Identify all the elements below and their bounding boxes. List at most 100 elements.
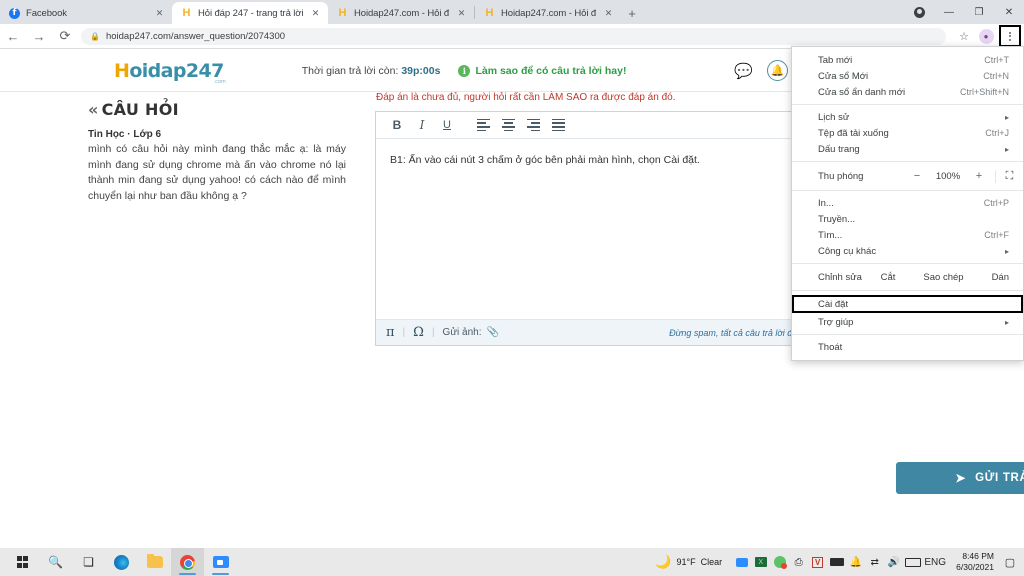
task-view-button[interactable]: ❏ [72, 548, 105, 576]
formula-icon[interactable]: π [386, 325, 395, 340]
tab-close-icon[interactable]: ✕ [455, 8, 468, 19]
chevron-right-icon: ▸ [1004, 246, 1009, 256]
menu-accelerator: Ctrl+P [983, 198, 1009, 208]
address-bar[interactable]: 🔒 hoidap247.com/answer_question/2074300 [81, 27, 946, 45]
menu-item-downloads[interactable]: Tệp đã tải xuống Ctrl+J [792, 125, 1023, 141]
bell-icon[interactable]: 🔔 [846, 548, 865, 576]
keyboard-icon[interactable] [903, 548, 922, 576]
tab-close-icon[interactable]: ✕ [153, 8, 166, 19]
start-button[interactable] [6, 548, 39, 576]
italic-button[interactable]: I [411, 114, 433, 136]
menu-item-cast[interactable]: Truyền... [792, 211, 1023, 227]
underline-button[interactable]: U [436, 114, 458, 136]
back-icon[interactable]: ← [0, 24, 26, 49]
maximize-button[interactable]: ❐ [964, 0, 994, 24]
forward-icon[interactable]: → [26, 24, 52, 49]
menu-separator [792, 263, 1023, 264]
paperclip-icon[interactable]: 📎 [486, 327, 498, 338]
chevron-right-icon: ▸ [1004, 317, 1009, 327]
question-heading: CÂU HỎI [101, 100, 179, 119]
menu-accelerator: Ctrl+J [985, 128, 1009, 138]
menu-item-new-window[interactable]: Cửa sổ Mới Ctrl+N [792, 68, 1023, 84]
site-logo[interactable]: Hoidap247 .com [114, 60, 226, 85]
chrome-app-menu: Tab mới Ctrl+T Cửa sổ Mới Ctrl+N Cửa sổ … [791, 46, 1024, 361]
align-center-icon[interactable] [497, 114, 519, 136]
menu-item-more-tools[interactable]: Công cụ khác ▸ [792, 243, 1023, 259]
browser-tab-2[interactable]: H Hoidap247.com - Hỏi đáp online ✕ [328, 2, 474, 24]
menu-separator [792, 104, 1023, 105]
excel-icon[interactable]: X [751, 548, 770, 576]
submit-answer-button[interactable]: ➤ GỬI TRẢ LỜI [896, 462, 1024, 494]
battery-icon[interactable] [827, 548, 846, 576]
taskbar-search-button[interactable]: 🔍 [39, 548, 72, 576]
menu-item-new-tab[interactable]: Tab mới Ctrl+T [792, 52, 1023, 68]
weather-condition: Clear [700, 557, 723, 567]
browser-tab-3[interactable]: H Hoidap247.com - Hỏi đáp online ✕ [475, 2, 621, 24]
printer-icon[interactable]: ⎙ [789, 548, 808, 576]
zoom-in-button[interactable]: + [967, 170, 991, 182]
tab-close-icon[interactable]: ✕ [602, 8, 615, 19]
taskbar-app-edge[interactable] [105, 548, 138, 576]
language-indicator[interactable]: ENG [922, 548, 948, 576]
menu-item-exit[interactable]: Thoát [792, 339, 1023, 355]
menu-item-print[interactable]: In... Ctrl+P [792, 195, 1023, 211]
taskbar-app-zoom[interactable] [204, 548, 237, 576]
v-icon[interactable]: V [808, 548, 827, 576]
menu-item-bookmarks[interactable]: Dấu trang ▸ [792, 141, 1023, 157]
clock[interactable]: 8:46 PM 6/30/2021 [948, 551, 1000, 573]
menu-separator [792, 334, 1023, 335]
menu-item-help[interactable]: Trợ giúp ▸ [792, 314, 1023, 330]
menu-item-settings[interactable]: Cài đặt [792, 295, 1023, 313]
file-explorer-icon [146, 553, 163, 568]
green-dot-icon[interactable] [770, 548, 789, 576]
cut-button[interactable]: Cắt [867, 272, 910, 283]
chat-bubble-icon[interactable]: 💬 [734, 62, 753, 80]
copy-button[interactable]: Sao chép [909, 272, 977, 283]
new-tab-button[interactable]: + [621, 2, 643, 24]
bell-icon[interactable]: 🔔 [767, 60, 788, 81]
taskbar-app-file-explorer[interactable] [138, 548, 171, 576]
align-justify-icon[interactable] [547, 114, 569, 136]
bold-button[interactable]: B [386, 114, 408, 136]
profile-avatar-icon[interactable]: ● [975, 25, 997, 47]
three-dot-menu-button[interactable] [999, 25, 1021, 47]
tab-close-icon[interactable]: ✕ [309, 8, 322, 19]
fullscreen-icon[interactable]: ⛶ [995, 169, 1023, 183]
menu-label: Công cụ khác [818, 245, 877, 257]
paste-button[interactable]: Dán [978, 272, 1023, 283]
browser-tab-1[interactable]: H Hỏi đáp 247 - trang trả lời ✕ [172, 2, 328, 24]
symbol-icon[interactable]: Ω [413, 325, 424, 340]
minimize-button[interactable]: — [934, 0, 964, 24]
browser-tab-0[interactable]: f Facebook ✕ [0, 2, 172, 24]
volume-icon[interactable]: 🔊 [884, 548, 903, 576]
send-plane-icon: ➤ [955, 471, 967, 485]
tip-link[interactable]: i Làm sao để có câu trả lời hay! [458, 64, 627, 77]
menu-separator [792, 161, 1023, 162]
tip-label: Làm sao để có câu trả lời hay! [475, 64, 627, 77]
close-button[interactable]: ✕ [994, 0, 1024, 24]
profile-badge-icon[interactable] [904, 0, 934, 24]
menu-label: Truyền... [818, 213, 856, 225]
menu-accelerator: Ctrl+T [984, 55, 1009, 65]
reload-icon[interactable]: ⟳ [52, 24, 78, 49]
menu-item-find[interactable]: Tìm... Ctrl+F [792, 227, 1023, 243]
bookmark-star-icon[interactable]: ☆ [953, 25, 975, 47]
back-chevron-icon[interactable]: « [88, 100, 99, 119]
task-view-icon: ❏ [83, 555, 94, 569]
taskbar-app-chrome[interactable] [171, 548, 204, 576]
edit-actions: Cắt Sao chép Dán [867, 272, 1023, 283]
align-right-icon[interactable] [522, 114, 544, 136]
menu-item-new-incognito-window[interactable]: Cửa sổ ẩn danh mới Ctrl+Shift+N [792, 84, 1023, 100]
notification-center-button[interactable]: ▢ [1000, 556, 1020, 569]
chevron-right-icon: ▸ [1004, 112, 1009, 122]
zoom-icon [212, 556, 229, 568]
tab-title: Hoidap247.com - Hỏi đáp online [501, 7, 596, 19]
zoom-label: Thu phóng [818, 170, 864, 182]
window-icon[interactable] [732, 548, 751, 576]
menu-item-history[interactable]: Lịch sử ▸ [792, 109, 1023, 125]
lock-icon: 🔒 [90, 31, 100, 41]
weather-widget[interactable]: 🌙 91°F Clear [655, 554, 722, 570]
network-icon[interactable]: ⇄ [865, 548, 884, 576]
align-left-icon[interactable] [472, 114, 494, 136]
zoom-out-button[interactable]: − [905, 170, 929, 182]
